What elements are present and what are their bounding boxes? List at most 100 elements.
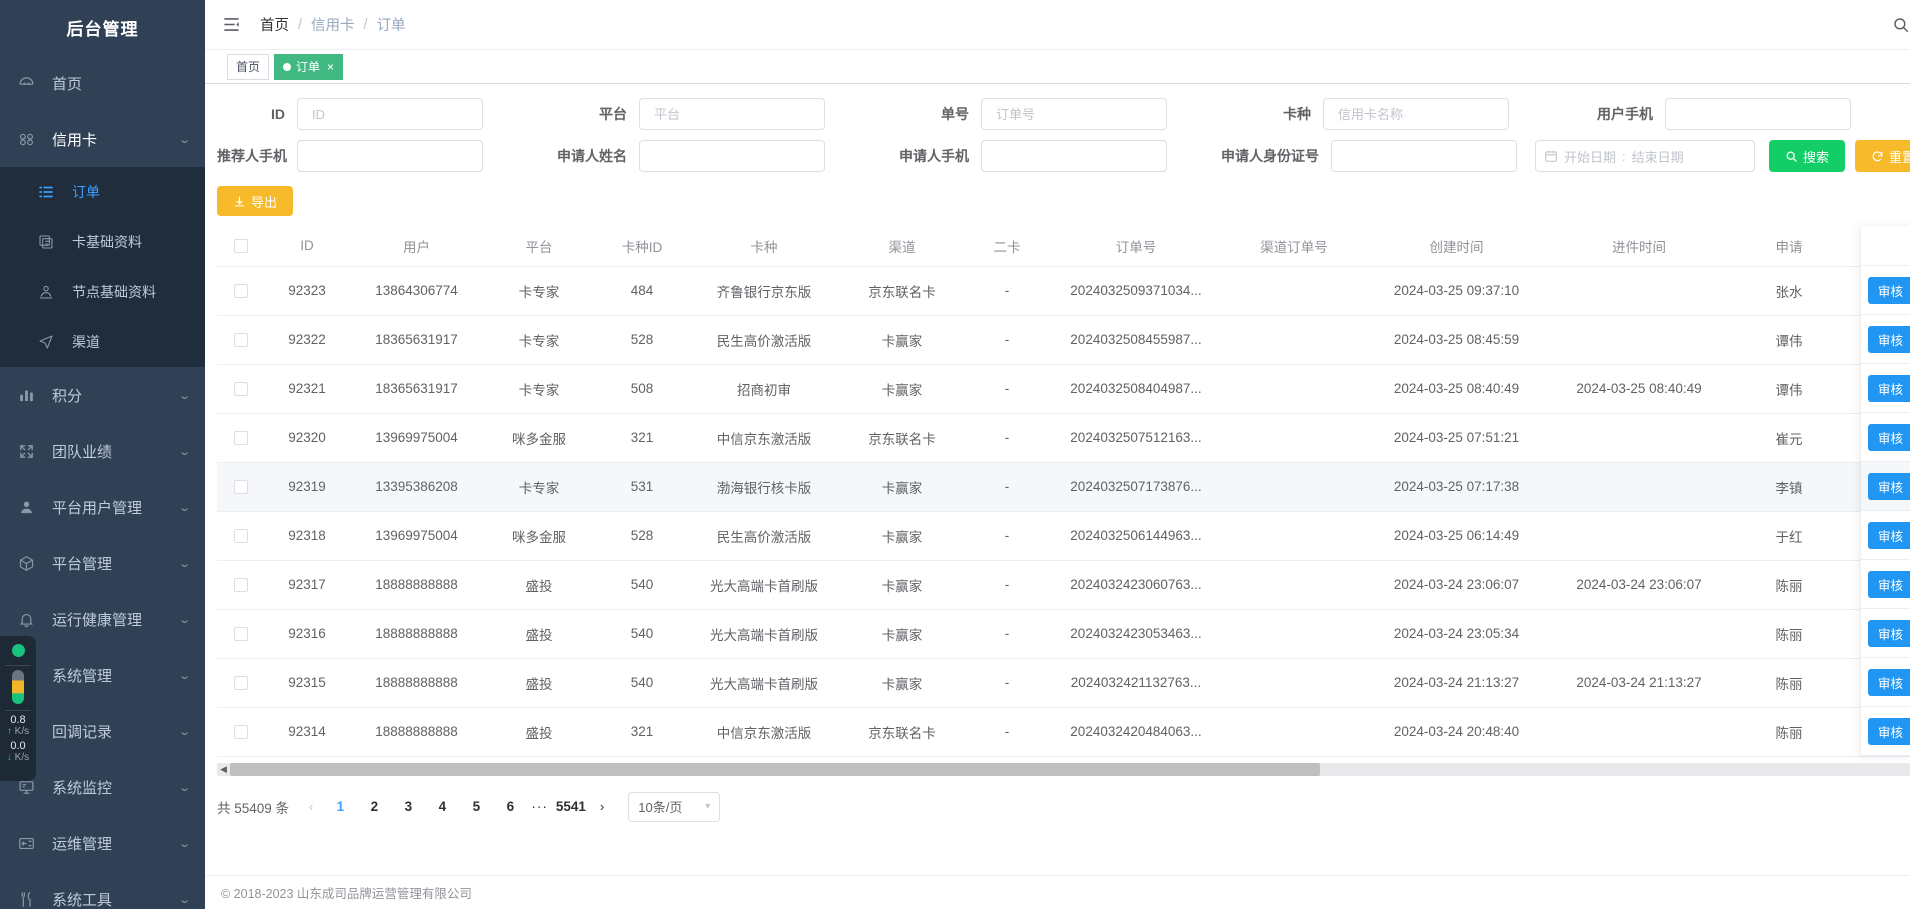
action-button-审核[interactable]: 审核 (1868, 423, 1910, 451)
table-row[interactable]: 92319 13395386208 卡专家 531 渤海银行核卡版 卡赢家 -2024032… (217, 462, 1910, 512)
action-button-审核[interactable]: 审核 (1868, 668, 1910, 696)
table-row[interactable]: 92315 18888888888 盛投 540 光大高端卡首刷版 卡赢家 -2024032… (217, 658, 1910, 708)
table-row[interactable]: 92320 13969975004 咪多金服 321 中信京东激活版 京东联名卡 -2024… (217, 413, 1910, 463)
action-button-审核[interactable]: 审核 (1868, 374, 1910, 402)
field-applicant-name: 申请人姓名 (519, 140, 825, 172)
sidebar-item-node-base-data[interactable]: 节点基础资料 (0, 267, 205, 317)
row-checkbox[interactable] (234, 431, 248, 446)
row-checkbox[interactable] (234, 725, 248, 740)
date-end-placeholder: 结束日期 (1631, 149, 1684, 165)
sidebar-item-ops-mgmt[interactable]: 运维管理 ⌄ (0, 815, 205, 871)
sidebar-item-team-performance[interactable]: 团队业绩 ⌄ (0, 423, 205, 479)
action-button-审核[interactable]: 审核 (1868, 717, 1910, 745)
row-checkbox[interactable] (234, 676, 248, 691)
export-button[interactable]: 导出 (217, 186, 294, 216)
field-label: 卡种 (1283, 106, 1311, 122)
sidebar-item-home[interactable]: 首页 (0, 55, 205, 111)
sidebar-item-orders[interactable]: 订单 (0, 167, 205, 217)
search-icon (1785, 150, 1798, 163)
scrollbar-thumb[interactable] (230, 762, 1320, 776)
prev-page-button[interactable]: ‹ (303, 799, 319, 814)
horizontal-scrollbar[interactable]: ◀ (217, 762, 1910, 776)
tag-orders[interactable]: 订单 × (274, 53, 344, 80)
applicant-phone-input[interactable] (981, 140, 1167, 172)
table-row[interactable]: 92316 18888888888 盛投 540 光大高端卡首刷版 卡赢家 -2024032… (217, 609, 1910, 659)
divider (5, 710, 31, 711)
card-type-input[interactable] (1323, 98, 1509, 130)
sidebar-item-system-tools[interactable]: 系统工具 ⌄ (0, 871, 205, 909)
action-button-审核[interactable]: 审核 (1868, 325, 1910, 353)
row-checkbox[interactable] (234, 578, 248, 593)
platform-input[interactable] (639, 98, 825, 130)
reset-button[interactable]: 重置 (1855, 140, 1910, 172)
sidebar-item-creditcard[interactable]: 信用卡 ⌄ (0, 111, 205, 167)
action-button-审核[interactable]: 审核 (1868, 472, 1910, 500)
field-label: 申请人身份证号 (1221, 148, 1319, 164)
row-select-cell (217, 315, 265, 365)
col-header-submitted: 进件时间 (1549, 226, 1729, 267)
action-button-审核[interactable]: 审核 (1868, 570, 1910, 598)
id-input[interactable] (297, 98, 483, 130)
action-button-审核[interactable]: 审核 (1868, 276, 1910, 304)
page-button-4[interactable]: 4 (429, 799, 455, 814)
table-row[interactable]: 92318 13969975004 咪多金服 528 民生高价激活版 卡赢家 -202403… (217, 511, 1910, 561)
col-header-user: 用户 (349, 226, 484, 267)
row-cell-order-no: 2024032509371034... (1048, 266, 1224, 316)
row-checkbox[interactable] (234, 529, 248, 544)
hamburger-icon[interactable] (218, 12, 244, 38)
applicant-name-input[interactable] (639, 140, 825, 172)
page-button-5[interactable]: 5 (463, 799, 489, 814)
row-checkbox[interactable] (234, 382, 248, 397)
action-button-审核[interactable]: 审核 (1868, 521, 1910, 549)
chevron-down-icon: ⌄ (177, 613, 191, 626)
page-button-2[interactable]: 2 (361, 799, 387, 814)
sidebar-item-platform-user-mgmt[interactable]: 平台用户管理 ⌄ (0, 479, 205, 535)
table-row[interactable]: 92321 18365631917 卡专家 508 招商初审 卡赢家 -2024032508… (217, 364, 1910, 414)
user-phone-input[interactable] (1665, 98, 1851, 130)
page-button-3[interactable]: 3 (395, 799, 421, 814)
page-size-select[interactable]: 10条/页 ▾ (628, 791, 721, 822)
row-cell-id: 92320 (265, 413, 349, 463)
table-row[interactable]: 92322 18365631917 卡专家 528 民生高价激活版 卡赢家 -2024032… (217, 315, 1910, 365)
scroll-left-arrow[interactable]: ◀ (217, 764, 230, 775)
col-header-channel: 渠道 (838, 226, 966, 267)
sidebar-item-card-base-data[interactable]: 卡基础资料 (0, 217, 205, 267)
monitor-icon (18, 779, 44, 796)
select-all-checkbox[interactable] (234, 239, 248, 254)
page-button-last[interactable]: 5541 (556, 799, 586, 814)
page-button-6[interactable]: 6 (497, 799, 523, 814)
tag-home[interactable]: 首页 (227, 53, 270, 80)
navbar-actions: ▾ (1890, 8, 1910, 42)
sidebar-item-channel[interactable]: 渠道 (0, 317, 205, 367)
page-button-1[interactable]: 1 (327, 799, 353, 814)
sidebar-item-platform-mgmt[interactable]: 平台管理 ⌄ (0, 535, 205, 591)
network-monitor-widget[interactable]: 0.8 ↑ K/s 0.0 ↓ K/s (0, 636, 36, 781)
next-page-button[interactable]: › (594, 799, 610, 814)
row-checkbox[interactable] (234, 333, 248, 348)
row-cell-platform: 盛投 (484, 609, 594, 659)
search-icon[interactable] (1890, 14, 1910, 36)
row-cell-created: 2024-03-25 07:51:21 (1364, 413, 1549, 463)
app-root: 后台管理 首页 信用卡 ⌄ 订单 卡基础资料 节点基础资料 渠道 积分 ⌄ 团队… (0, 0, 1910, 909)
sidebar-item-points[interactable]: 积分 ⌄ (0, 367, 205, 423)
row-checkbox[interactable] (234, 480, 248, 495)
page-ellipsis[interactable]: ··· (531, 799, 548, 814)
close-icon[interactable]: × (327, 61, 334, 73)
table-row[interactable]: 92314 18888888888 盛投 321 中信京东激活版 京东联名卡 -202403… (217, 707, 1910, 757)
breadcrumb-item-home[interactable]: 首页 (260, 14, 289, 35)
breadcrumb-item-creditcard[interactable]: 信用卡 (311, 14, 355, 35)
row-cell-platform: 卡专家 (484, 315, 594, 365)
breadcrumb-item-orders[interactable]: 订单 (377, 14, 406, 35)
search-button[interactable]: 搜索 (1769, 140, 1846, 172)
table-row[interactable]: 92317 18888888888 盛投 540 光大高端卡首刷版 卡赢家 -2024032… (217, 560, 1910, 610)
order-no-input[interactable] (981, 98, 1167, 130)
action-button-审核[interactable]: 审核 (1868, 619, 1910, 647)
table-row[interactable]: 92323 13864306774 卡专家 484 齐鲁银行京东版 京东联名卡 -20240… (217, 266, 1910, 316)
row-checkbox[interactable] (234, 284, 248, 299)
date-range-picker[interactable]: 开始日期 : 结束日期 (1535, 140, 1755, 172)
row-cell-id: 92318 (265, 511, 349, 561)
applicant-idcard-input[interactable] (1331, 140, 1517, 172)
referrer-phone-input[interactable] (297, 140, 483, 172)
row-cell-order-no: 2024032420484063... (1048, 707, 1224, 757)
row-checkbox[interactable] (234, 627, 248, 642)
